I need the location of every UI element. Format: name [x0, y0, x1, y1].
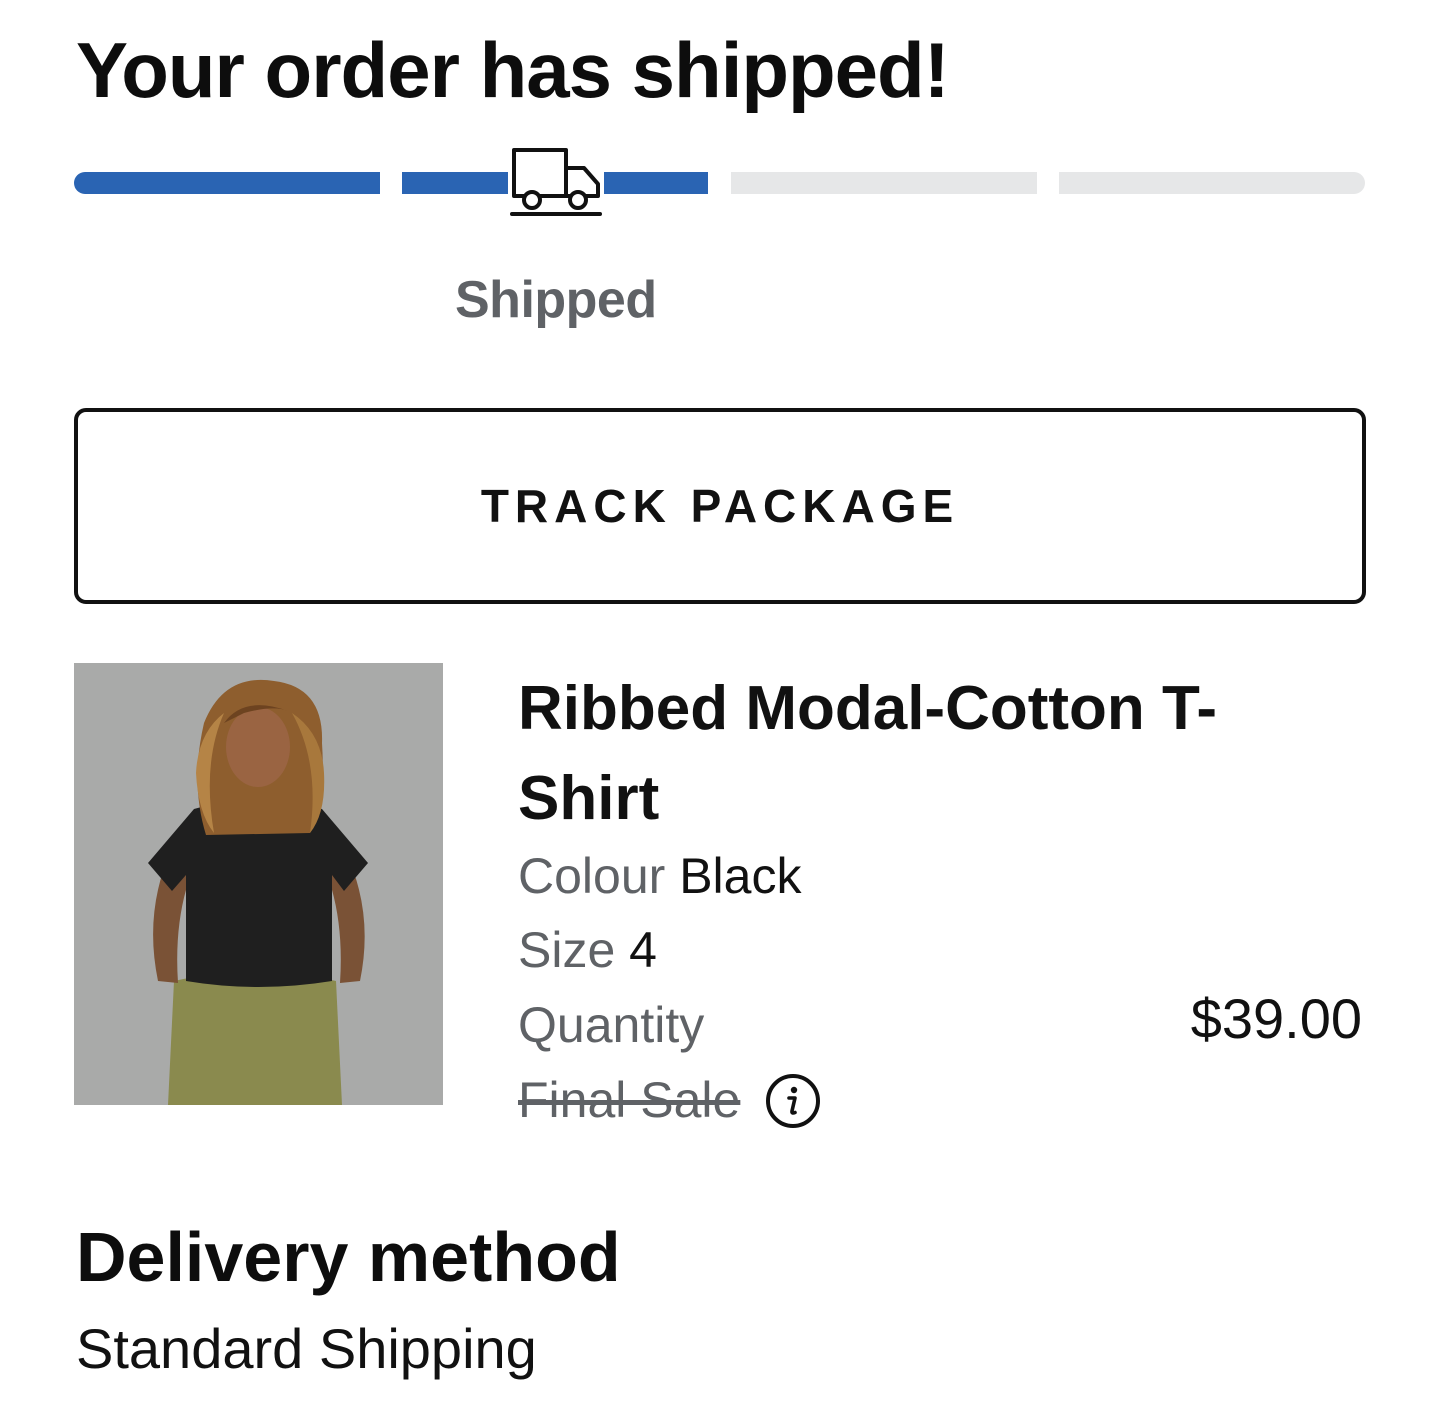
- current-step-label: Shipped: [455, 271, 657, 329]
- product-colour: Colour Black: [518, 846, 801, 906]
- delivery-method-value: Standard Shipping: [76, 1317, 537, 1380]
- shipment-progress-bar: [74, 172, 1366, 194]
- order-status-page: Your order has shipped! Shipped TRACK PA…: [0, 0, 1440, 1417]
- size-label: Size: [518, 922, 616, 978]
- progress-segment-ordered: [74, 172, 380, 194]
- info-icon[interactable]: [765, 1073, 821, 1129]
- progress-segment-delivered: [1059, 172, 1365, 194]
- product-quantity: Quantity: [518, 995, 704, 1055]
- product-name[interactable]: Ribbed Modal-Cotton T-Shirt: [518, 664, 1338, 844]
- product-photo: [74, 663, 443, 1105]
- delivery-method-title: Delivery method: [76, 1218, 621, 1296]
- colour-value: Black: [679, 848, 802, 904]
- track-package-button[interactable]: TRACK PACKAGE: [74, 408, 1366, 604]
- final-sale-label: Final Sale: [518, 1072, 741, 1128]
- progress-segment-in-transit: [731, 172, 1037, 194]
- product-price: $39.00: [1190, 987, 1362, 1050]
- size-value: 4: [629, 922, 657, 978]
- product-size: Size 4: [518, 920, 657, 980]
- product-image[interactable]: [74, 663, 443, 1105]
- page-title: Your order has shipped!: [76, 26, 950, 114]
- quantity-label: Quantity: [518, 997, 705, 1053]
- truck-icon: [508, 146, 604, 220]
- colour-label: Colour: [518, 848, 666, 904]
